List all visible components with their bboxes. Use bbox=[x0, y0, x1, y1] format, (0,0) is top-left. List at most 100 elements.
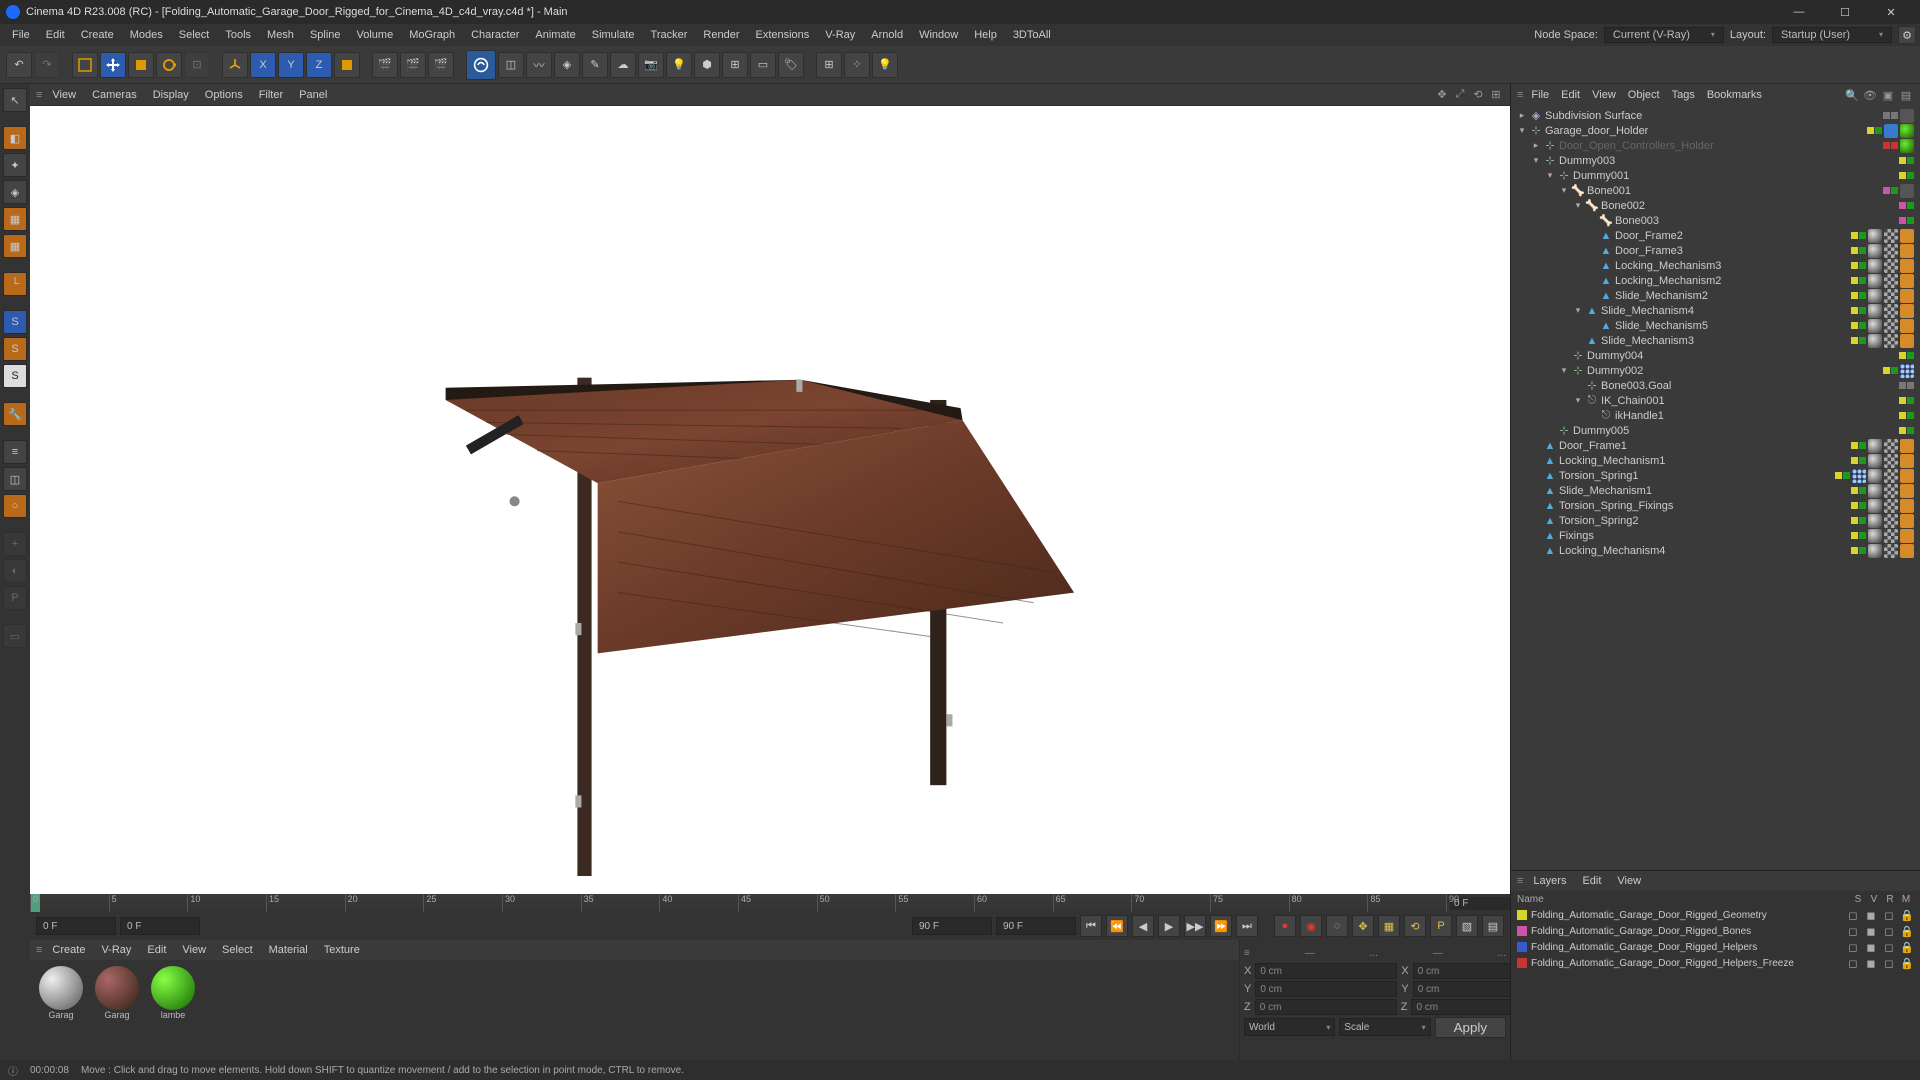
axis-mode[interactable]: ▦ bbox=[3, 234, 27, 258]
visibility-dots[interactable] bbox=[1899, 172, 1914, 179]
tag-checker[interactable] bbox=[1884, 544, 1898, 558]
key-rot-button[interactable]: ▦ bbox=[1378, 915, 1400, 937]
scale-tool[interactable] bbox=[128, 52, 154, 78]
object-row[interactable]: ▾🦴Bone002 bbox=[1511, 198, 1920, 213]
tag-orange[interactable] bbox=[1900, 274, 1914, 288]
tag-sphere[interactable] bbox=[1868, 454, 1882, 468]
layer-row[interactable]: Folding_Automatic_Garage_Door_Rigged_Hel… bbox=[1511, 939, 1920, 955]
vp-rotate-icon[interactable]: ⟲ bbox=[1470, 87, 1486, 103]
material-item[interactable]: Garag bbox=[92, 966, 142, 1020]
render-settings-button[interactable]: 🎬 bbox=[428, 52, 454, 78]
vp-layout-icon[interactable]: ⊞ bbox=[1488, 87, 1504, 103]
vray-button[interactable] bbox=[466, 50, 496, 80]
tree-toggle[interactable]: ▾ bbox=[1573, 306, 1583, 316]
coord-system[interactable] bbox=[334, 52, 360, 78]
object-row[interactable]: ▾🦴Bone001 bbox=[1511, 183, 1920, 198]
object-row[interactable]: ▾⊹Garage_door_Holder bbox=[1511, 123, 1920, 138]
window-close[interactable]: ✕ bbox=[1868, 0, 1914, 24]
matmenu-select[interactable]: Select bbox=[214, 942, 261, 958]
layersmenu-edit[interactable]: Edit bbox=[1574, 873, 1609, 889]
menu-3dtoall[interactable]: 3DToAll bbox=[1005, 27, 1059, 43]
key-pos-button[interactable]: ◌ bbox=[1326, 915, 1348, 937]
vpmenu-options[interactable]: Options bbox=[197, 87, 251, 103]
layer-color[interactable] bbox=[1517, 910, 1527, 920]
coord-apply-button[interactable]: Apply bbox=[1435, 1017, 1506, 1038]
menu-tracker[interactable]: Tracker bbox=[643, 27, 696, 43]
next-key-button[interactable]: ⏩ bbox=[1210, 915, 1232, 937]
ommenu-bookmarks[interactable]: Bookmarks bbox=[1701, 87, 1768, 103]
live-select-button[interactable] bbox=[72, 52, 98, 78]
visibility-dots[interactable] bbox=[1867, 127, 1882, 134]
y-axis-lock[interactable]: Y bbox=[278, 52, 304, 78]
tweak-mode[interactable]: 🔧 bbox=[3, 402, 27, 426]
tag-sphere[interactable] bbox=[1868, 274, 1882, 288]
visibility-dots[interactable] bbox=[1899, 157, 1914, 164]
tag-sphere[interactable] bbox=[1868, 439, 1882, 453]
layer-solo[interactable]: ◻ bbox=[1846, 909, 1860, 921]
material-item[interactable]: lambe bbox=[148, 966, 198, 1020]
tree-toggle[interactable]: ▾ bbox=[1573, 396, 1583, 406]
tag-checker[interactable] bbox=[1884, 454, 1898, 468]
tag-sphere[interactable] bbox=[1868, 244, 1882, 258]
menu-mesh[interactable]: Mesh bbox=[259, 27, 302, 43]
tag-checker[interactable] bbox=[1884, 334, 1898, 348]
add-spline-button[interactable]: 〰 bbox=[526, 52, 552, 78]
visibility-dots[interactable] bbox=[1851, 457, 1866, 464]
tag-orange[interactable] bbox=[1900, 469, 1914, 483]
prev-key-button[interactable]: ⏪ bbox=[1106, 915, 1128, 937]
tag-checker[interactable] bbox=[1884, 274, 1898, 288]
tag-orange[interactable] bbox=[1900, 289, 1914, 303]
add-camera-button[interactable]: 📷 bbox=[638, 52, 664, 78]
layer-view[interactable]: ◼ bbox=[1864, 925, 1878, 937]
add-mograph-button[interactable]: ⊞ bbox=[722, 52, 748, 78]
visibility-dots[interactable] bbox=[1899, 427, 1914, 434]
tag-orange[interactable] bbox=[1900, 229, 1914, 243]
key-pla-button[interactable]: P bbox=[1430, 915, 1452, 937]
tag-orange[interactable] bbox=[1900, 499, 1914, 513]
visibility-dots[interactable] bbox=[1899, 202, 1914, 209]
object-row[interactable]: ▲Door_Frame1 bbox=[1511, 438, 1920, 453]
rotate-tool[interactable] bbox=[156, 52, 182, 78]
object-row[interactable]: ▲Locking_Mechanism2 bbox=[1511, 273, 1920, 288]
visibility-dots[interactable] bbox=[1883, 112, 1898, 119]
play-button[interactable]: ▶ bbox=[1158, 915, 1180, 937]
menu-simulate[interactable]: Simulate bbox=[584, 27, 643, 43]
viewport[interactable] bbox=[30, 106, 1510, 894]
visibility-dots[interactable] bbox=[1851, 532, 1866, 539]
matmenu-edit[interactable]: Edit bbox=[139, 942, 174, 958]
tree-toggle[interactable]: ▾ bbox=[1559, 186, 1569, 196]
menu-select[interactable]: Select bbox=[171, 27, 218, 43]
key-all-button[interactable]: ▤ bbox=[1482, 915, 1504, 937]
add-volume-button[interactable]: ▭ bbox=[750, 52, 776, 78]
coord-mode-1[interactable]: World bbox=[1244, 1018, 1335, 1036]
redo-button[interactable]: ↷ bbox=[34, 52, 60, 78]
visibility-dots[interactable] bbox=[1851, 547, 1866, 554]
menu-mograph[interactable]: MoGraph bbox=[401, 27, 463, 43]
visibility-dots[interactable] bbox=[1899, 352, 1914, 359]
workplane-mode[interactable]: ◈ bbox=[3, 180, 27, 204]
layer-view[interactable]: ◼ bbox=[1864, 941, 1878, 953]
object-row[interactable]: ▲Locking_Mechanism1 bbox=[1511, 453, 1920, 468]
object-row[interactable]: ▸⊹Door_Open_Controllers_Holder bbox=[1511, 138, 1920, 153]
next-frame-button[interactable]: ▶▶ bbox=[1184, 915, 1206, 937]
enable-snap[interactable]: ○ bbox=[3, 494, 27, 518]
visibility-dots[interactable] bbox=[1883, 142, 1898, 149]
object-row[interactable]: ⊹Dummy004 bbox=[1511, 348, 1920, 363]
render-view-button[interactable]: 🎬 bbox=[372, 52, 398, 78]
object-row[interactable]: ▾⊹Dummy003 bbox=[1511, 153, 1920, 168]
tree-toggle[interactable]: ▾ bbox=[1545, 171, 1555, 181]
end-frame-field[interactable]: 90 F bbox=[912, 917, 992, 935]
menu-arnold[interactable]: Arnold bbox=[863, 27, 911, 43]
object-row[interactable]: ▲Locking_Mechanism3 bbox=[1511, 258, 1920, 273]
window-maximize[interactable]: ☐ bbox=[1822, 0, 1868, 24]
autokey-button[interactable]: ◉ bbox=[1300, 915, 1322, 937]
matmenu-material[interactable]: Material bbox=[261, 942, 316, 958]
add-field-button[interactable]: ⬢ bbox=[694, 52, 720, 78]
tree-toggle[interactable]: ▸ bbox=[1531, 141, 1541, 151]
menu-render[interactable]: Render bbox=[695, 27, 747, 43]
tag-orange[interactable] bbox=[1900, 439, 1914, 453]
object-row[interactable]: ▲Slide_Mechanism5 bbox=[1511, 318, 1920, 333]
tag-blue[interactable] bbox=[1884, 124, 1898, 138]
tag-sphere[interactable] bbox=[1868, 529, 1882, 543]
tag-sphere[interactable] bbox=[1868, 514, 1882, 528]
